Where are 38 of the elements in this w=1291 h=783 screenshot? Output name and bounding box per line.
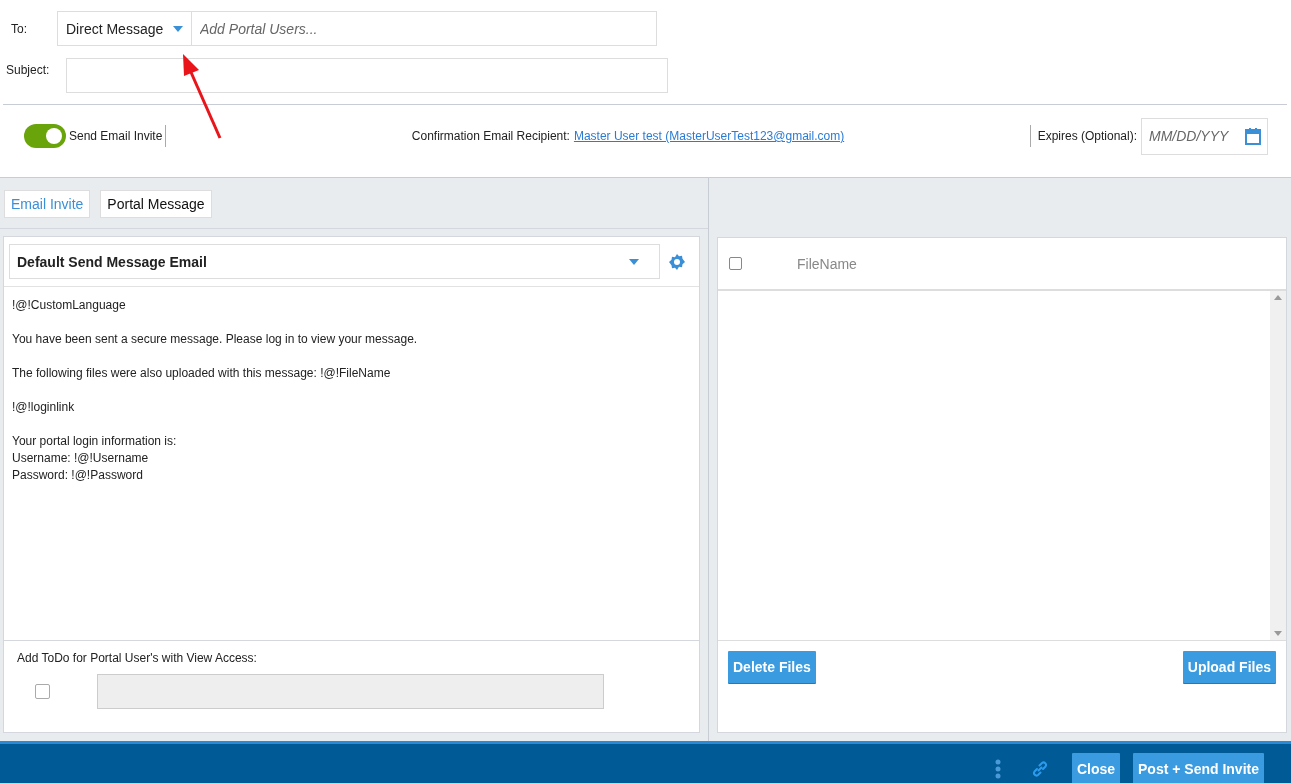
checkbox[interactable] bbox=[729, 257, 742, 270]
recipient-link[interactable]: Master User test (MasterUserTest123@gmail.com) bbox=[573, 129, 845, 143]
todo-label: Add ToDo for Portal User's with View Access: bbox=[17, 651, 258, 665]
message-text: You have been sent a secure message. Please log in to view your message. bbox=[12, 331, 419, 348]
message-text: !@!loginlink bbox=[12, 399, 76, 416]
caret-icon bbox=[629, 258, 639, 265]
date-field[interactable]: MM/DD/YYY bbox=[1141, 117, 1268, 155]
scrollbar[interactable] bbox=[1270, 291, 1286, 640]
scroll-down-icon[interactable] bbox=[1274, 631, 1282, 636]
caret-icon bbox=[173, 25, 183, 32]
more-icon[interactable] bbox=[994, 758, 1001, 779]
toggle-switch[interactable] bbox=[24, 124, 66, 148]
to-label: To: bbox=[10, 21, 28, 36]
scroll-up-icon[interactable] bbox=[1274, 295, 1282, 300]
file-button[interactable]: Delete Files bbox=[728, 651, 816, 683]
send-email-invite-label: Send Email Invite bbox=[69, 129, 163, 143]
settings-icon[interactable] bbox=[669, 253, 685, 270]
confirmation-label: Confirmation Email Recipient: bbox=[411, 129, 570, 143]
expires-label: Expires (Optional): bbox=[1037, 129, 1137, 143]
checkbox[interactable] bbox=[35, 684, 50, 699]
subject-label: Subject: bbox=[5, 62, 51, 79]
message-type-dropdown[interactable]: Direct Message bbox=[57, 11, 192, 46]
tab[interactable]: Portal Message bbox=[100, 190, 212, 218]
message-text: The following files were also uploaded with this message: !@!FileName bbox=[12, 365, 392, 382]
link-icon[interactable] bbox=[1030, 759, 1049, 778]
portal-users-field[interactable]: Add Portal Users... bbox=[192, 11, 657, 46]
message-text: Your portal login information is: bbox=[12, 433, 178, 450]
subject-field[interactable] bbox=[66, 58, 668, 93]
footer-button[interactable]: Post + Send Invite bbox=[1133, 752, 1264, 783]
message-text: !@!CustomLanguage bbox=[12, 297, 127, 314]
message-text: Password: !@!Password bbox=[12, 467, 144, 484]
tab[interactable]: Email Invite bbox=[4, 190, 91, 218]
message-text: Username: !@!Username bbox=[12, 450, 150, 467]
column-header[interactable]: FileName bbox=[797, 255, 857, 272]
template-dropdown[interactable]: Default Send Message Email bbox=[9, 244, 660, 279]
calendar-icon bbox=[1245, 127, 1261, 145]
file-button[interactable]: Upload Files bbox=[1182, 651, 1276, 683]
footer-button[interactable]: Close bbox=[1071, 752, 1120, 783]
